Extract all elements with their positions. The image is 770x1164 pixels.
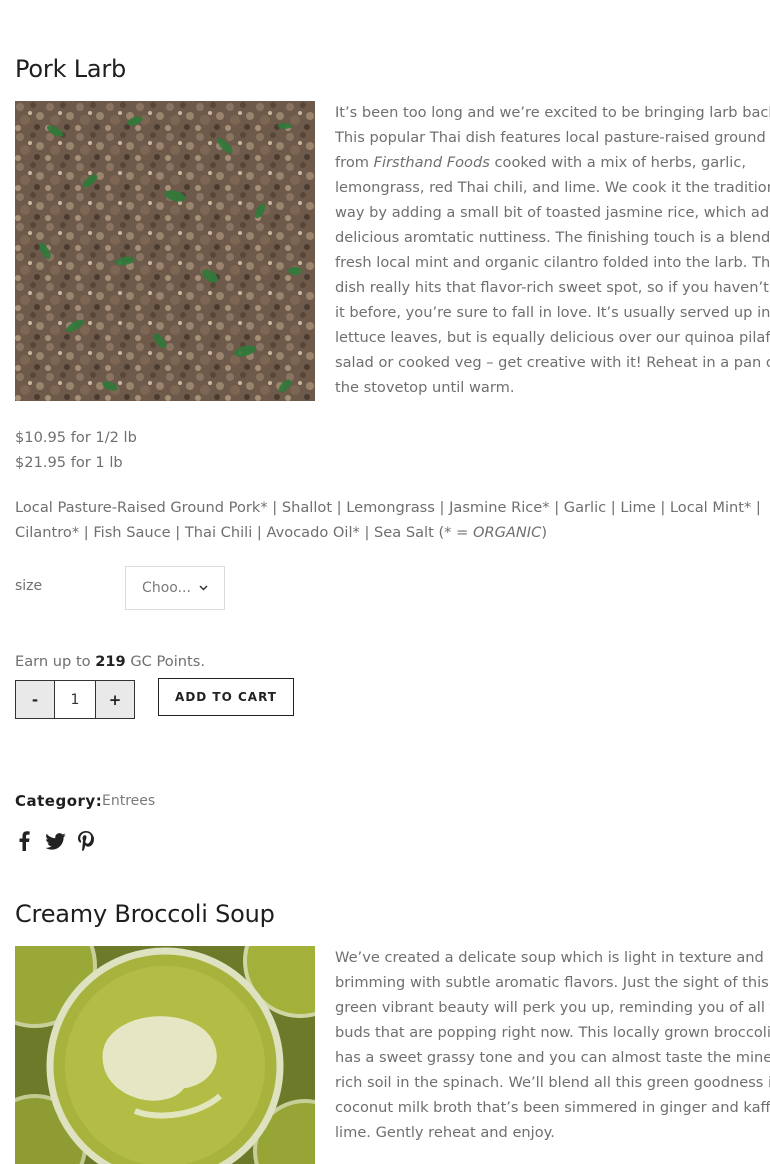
quantity-input[interactable]: 1: [55, 680, 95, 719]
description-text: way by adding a small bit of toasted jas…: [335, 204, 770, 221]
description-text: brimming with subtle aromatic flavors. J…: [335, 974, 769, 991]
price-half-lb: $10.95 for 1/2 lb: [15, 429, 137, 446]
description-text: lettuce leaves, but is equally delicious…: [335, 329, 770, 346]
size-select[interactable]: Choo...: [125, 566, 225, 610]
ingredients-close: ): [541, 524, 548, 541]
points-suffix: GC Points.: [125, 653, 205, 670]
category-link-entrees[interactable]: Entrees: [102, 793, 155, 809]
description-line: This popular Thai dish features local pa…: [335, 125, 770, 150]
description-line: delicious aromtatic nuttiness. The finis…: [335, 225, 770, 250]
emphasis-text: Firsthand Foods: [373, 154, 490, 171]
description-text: from: [335, 154, 374, 171]
description-text: it before, you’re sure to fall in love. …: [335, 304, 770, 321]
description-text: coconut milk broth that’s been simmered …: [335, 1099, 770, 1116]
ingredients-line-2: Cilantro* | Fish Sauce | Thai Chili | Av…: [15, 520, 547, 545]
pinterest-icon[interactable]: [78, 831, 94, 855]
add-to-cart-button[interactable]: ADD TO CART: [158, 678, 294, 716]
description-text: dish really hits that flavor-rich sweet …: [335, 279, 770, 296]
points-value: 219: [95, 653, 126, 670]
points-prefix: Earn up to: [15, 653, 96, 670]
chevron-down-icon: [199, 585, 208, 591]
description-text: This popular Thai dish features local pa…: [335, 129, 770, 146]
description-text: lemongrass, red Thai chili, and lime. We…: [335, 179, 770, 196]
description-text: cooked with a mix of herbs, garlic,: [489, 154, 746, 171]
twitter-icon[interactable]: [45, 833, 66, 854]
description-line: brimming with subtle aromatic flavors. J…: [335, 970, 770, 995]
description-line: green vibrant beauty will perk you up, r…: [335, 995, 770, 1020]
description-line: lemongrass, red Thai chili, and lime. We…: [335, 175, 770, 200]
description-line: buds that are popping right now. This lo…: [335, 1020, 770, 1045]
product-image-broccoli-soup[interactable]: [15, 946, 315, 1164]
product-title[interactable]: Creamy Broccoli Soup: [15, 900, 275, 928]
description-text: salad or cooked veg – get creative with …: [335, 354, 770, 371]
quantity-increase-button[interactable]: +: [95, 680, 135, 719]
description-line: way by adding a small bit of toasted jas…: [335, 200, 770, 225]
quantity-decrease-button[interactable]: -: [15, 680, 55, 719]
price-one-lb: $21.95 for 1 lb: [15, 454, 123, 471]
size-label: size: [15, 578, 43, 594]
description-line: We’ve created a delicate soup which is l…: [335, 945, 770, 970]
description-line: It’s been too long and we’re excited to …: [335, 100, 770, 125]
description-line: the stovetop until warm.: [335, 375, 770, 400]
description-text: green vibrant beauty will perk you up, r…: [335, 999, 770, 1016]
size-select-value: Choo...: [142, 580, 191, 596]
product-image-pork-larb[interactable]: [15, 101, 315, 401]
description-line: lettuce leaves, but is equally delicious…: [335, 325, 770, 350]
description-text: We’ve created a delicate soup which is l…: [335, 949, 764, 966]
description-text: has a sweet grassy tone and you can almo…: [335, 1049, 770, 1066]
description-text: fresh local mint and organic cilantro fo…: [335, 254, 770, 271]
product-description: We’ve created a delicate soup which is l…: [335, 945, 770, 1145]
description-line: dish really hits that flavor-rich sweet …: [335, 275, 770, 300]
facebook-icon[interactable]: [17, 831, 31, 855]
description-line: rich soil in the spinach. We’ll blend al…: [335, 1070, 770, 1095]
description-line: from Firsthand Foods cooked with a mix o…: [335, 150, 770, 175]
description-text: lime. Gently reheat and enjoy.: [335, 1124, 555, 1141]
points-info: Earn up to 219 GC Points.: [15, 649, 205, 674]
broccoli-soup-photo: [15, 946, 315, 1164]
description-text: delicious aromtatic nuttiness. The finis…: [335, 229, 770, 246]
ingredients-line-1: Local Pasture-Raised Ground Pork* | Shal…: [15, 499, 761, 516]
description-text: rich soil in the spinach. We’ll blend al…: [335, 1074, 770, 1091]
description-line: salad or cooked veg – get creative with …: [335, 350, 770, 375]
description-line: fresh local mint and organic cilantro fo…: [335, 250, 770, 275]
description-text: It’s been too long and we’re excited to …: [335, 104, 770, 121]
description-line: coconut milk broth that’s been simmered …: [335, 1095, 770, 1120]
ingredients-text: Cilantro* | Fish Sauce | Thai Chili | Av…: [15, 524, 473, 541]
category-label: Category:: [15, 792, 103, 810]
organic-label: ORGANIC: [472, 524, 542, 541]
description-line: it before, you’re sure to fall in love. …: [335, 300, 770, 325]
description-text: buds that are popping right now. This lo…: [335, 1024, 770, 1041]
description-text: the stovetop until warm.: [335, 379, 515, 396]
pork-larb-photo: [15, 101, 315, 401]
description-line: lime. Gently reheat and enjoy.: [335, 1120, 770, 1145]
description-line: has a sweet grassy tone and you can almo…: [335, 1045, 770, 1070]
product-description: It’s been too long and we’re excited to …: [335, 100, 770, 400]
product-title[interactable]: Pork Larb: [15, 55, 126, 83]
